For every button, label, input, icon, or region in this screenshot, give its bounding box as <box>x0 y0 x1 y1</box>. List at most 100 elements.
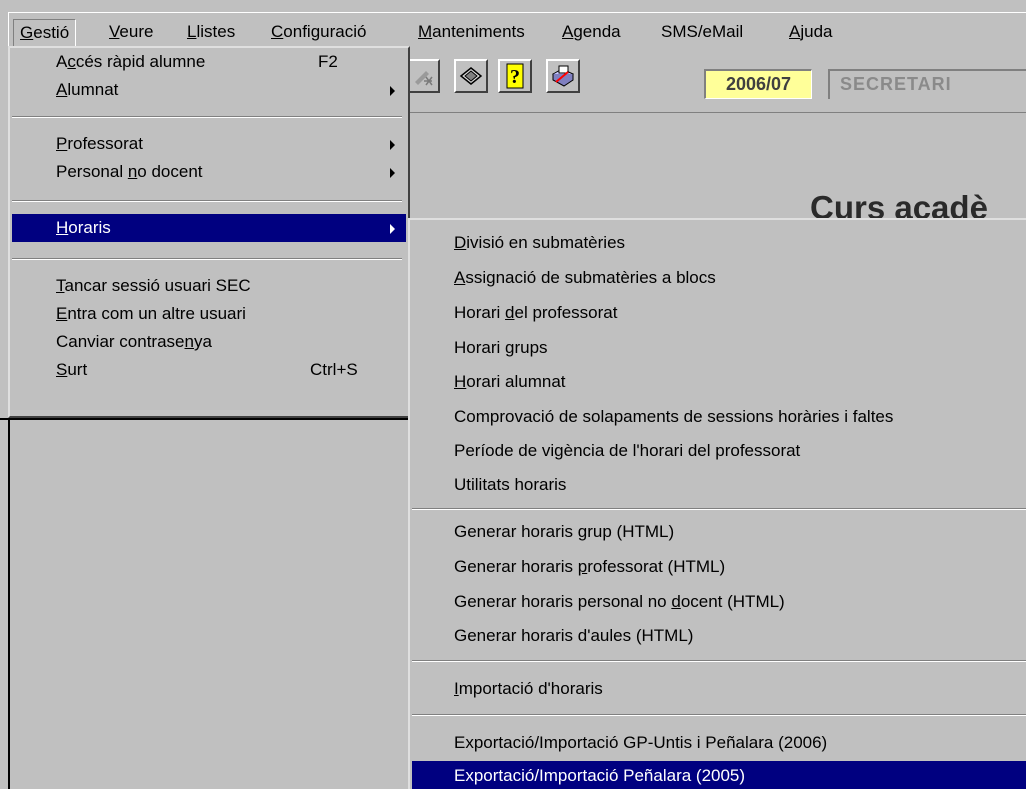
menu-item-exportacio-gp-untis-penalara[interactable]: Exportació/Importació GP-Untis i Peñalar… <box>412 729 1026 757</box>
menu-item-horaris[interactable]: Horaris <box>12 214 406 242</box>
menu-item-label: Horari alumnat <box>454 372 566 391</box>
toolbar-book-button[interactable] <box>454 59 488 93</box>
shortcut-label: Ctrl+S <box>310 360 358 379</box>
menu-item-alumnat[interactable]: Alumnat <box>12 76 406 104</box>
menu-item-importacio-horaris[interactable]: Importació d'horaris <box>412 675 1026 703</box>
toolbar-edit-button[interactable] <box>410 59 440 93</box>
toolbar-print-button[interactable] <box>546 59 580 93</box>
left-border <box>8 418 10 789</box>
book-icon <box>459 67 483 85</box>
menu-item-label: Entra com un altre usuari <box>56 304 246 323</box>
menu-item-comprovacio-solapaments[interactable]: Comprovació de solapaments de sessions h… <box>412 403 1026 431</box>
menu-veure-label: eure <box>119 22 154 41</box>
menu-item-label: Generar horaris grup (HTML) <box>454 522 675 541</box>
current-user-field: SECRETARI <box>828 69 1026 99</box>
menu-bar: Gestió Veure Llistes Configuració Manten… <box>8 12 1026 47</box>
gestio-dropdown-menu: Accés ràpid alumne F2 Alumnat Professora… <box>8 46 410 418</box>
menu-item-horari-professorat[interactable]: Horari del professorat <box>412 299 1026 327</box>
menu-llistes-label: listes <box>196 22 236 41</box>
menu-item-label: Importació d'horaris <box>454 679 603 698</box>
menu-separator <box>412 508 1026 510</box>
menu-item-personal-no-docent[interactable]: Personal no docent <box>12 158 406 186</box>
menu-separator <box>412 714 1026 716</box>
menu-item-entra-altre-usuari[interactable]: Entra com un altre usuari <box>12 300 406 328</box>
menu-item-utilitats-horaris[interactable]: Utilitats horaris <box>412 471 1026 499</box>
menu-separator <box>12 258 402 260</box>
toolbar: ? 2006/07 SECRETARI <box>410 46 1026 110</box>
menu-item-tancar-sessio[interactable]: Tancar sessió usuari SEC <box>12 272 406 300</box>
help-icon: ? <box>506 63 524 89</box>
toolbar-help-button[interactable]: ? <box>498 59 532 93</box>
menu-separator <box>412 660 1026 662</box>
menu-agenda-mnemonic: A <box>562 22 574 41</box>
menu-item-generar-horaris-aules[interactable]: Generar horaris d'aules (HTML) <box>412 622 1026 650</box>
menu-item-label: Període de vigència de l'horari del prof… <box>454 441 801 460</box>
menu-item-divisio-submateries[interactable]: Divisió en submatèries <box>412 229 1026 257</box>
menu-item-label: Tancar sessió usuari SEC <box>56 276 251 295</box>
menu-sms-email[interactable]: SMS/eMail <box>655 19 749 45</box>
menu-configuracio-label: onfiguració <box>283 22 367 41</box>
menu-item-label: Generar horaris personal no docent (HTML… <box>454 592 785 611</box>
menu-separator <box>12 200 402 202</box>
menu-veure[interactable]: Veure <box>103 19 159 45</box>
left-panel <box>0 418 410 789</box>
submenu-arrow-icon <box>390 224 395 234</box>
horaris-submenu: Divisió en submatèries Assignació de sub… <box>408 218 1026 789</box>
menu-item-assignacio-submateries[interactable]: Assignació de submatèries a blocs <box>412 264 1026 292</box>
submenu-arrow-icon <box>390 168 395 178</box>
menu-agenda[interactable]: Agenda <box>556 19 627 45</box>
menu-item-label: Exportació/Importació Peñalara (2005) <box>454 766 746 785</box>
menu-item-label: Alumnat <box>56 80 119 99</box>
menu-gestio[interactable]: Gestió <box>13 19 77 47</box>
menu-item-label: Horari grups <box>454 338 548 357</box>
menu-item-canviar-contrasenya[interactable]: Canviar contrasenya <box>12 328 406 356</box>
menu-item-periode-vigencia[interactable]: Període de vigència de l'horari del prof… <box>412 437 1026 465</box>
submenu-arrow-icon <box>390 140 395 150</box>
menu-item-label: Accés ràpid alumne <box>56 52 206 71</box>
menu-item-exportacio-penalara-2005[interactable]: Exportació/Importació Peñalara (2005) <box>412 761 1026 789</box>
menu-item-label: Canviar contrasenya <box>56 332 212 351</box>
menu-veure-mnemonic: V <box>109 22 120 41</box>
menu-item-label: Assignació de submatèries a blocs <box>454 268 716 287</box>
menu-item-label: Generar horaris d'aules (HTML) <box>454 626 694 645</box>
menu-item-horari-alumnat[interactable]: Horari alumnat <box>412 368 1026 396</box>
menu-item-label: Horaris <box>56 218 111 237</box>
application-window: Gestió Veure Llistes Configuració Manten… <box>0 0 1026 789</box>
menu-item-label: Utilitats horaris <box>454 475 567 494</box>
menu-item-label: Exportació/Importació GP-Untis i Peñalar… <box>454 733 828 752</box>
menu-ajuda[interactable]: Ajuda <box>783 19 838 45</box>
menu-item-label: Surt <box>56 360 88 379</box>
menu-item-professorat[interactable]: Professorat <box>12 130 406 158</box>
menu-item-label: Horari del professorat <box>454 303 618 322</box>
menu-agenda-label: genda <box>573 22 621 41</box>
school-year-field: 2006/07 <box>704 69 812 99</box>
submenu-arrow-icon <box>390 86 395 96</box>
menu-item-generar-horaris-professorat[interactable]: Generar horaris professorat (HTML) <box>412 553 1026 581</box>
menu-gestio-label: estió <box>33 23 70 42</box>
menu-ajuda-mnemonic: A <box>789 22 801 41</box>
menu-item-surt[interactable]: Surt Ctrl+S <box>12 356 406 384</box>
menu-llistes[interactable]: Llistes <box>181 19 241 45</box>
shortcut-label: F2 <box>318 52 338 71</box>
menu-item-label: Divisió en submatèries <box>454 233 626 252</box>
menu-separator <box>12 116 402 118</box>
edit-icon <box>415 71 433 86</box>
svg-text:?: ? <box>510 66 520 88</box>
menu-manteniments-label: anteniments <box>432 22 525 41</box>
menu-manteniments[interactable]: Manteniments <box>412 19 531 45</box>
printer-icon <box>551 65 575 87</box>
menu-sms-email-label: SMS/eMail <box>661 22 744 41</box>
menu-configuracio[interactable]: Configuració <box>265 19 372 45</box>
menu-item-label: Personal no docent <box>56 162 203 181</box>
menu-manteniments-mnemonic: M <box>418 22 433 41</box>
menu-ajuda-label: juda <box>800 22 833 41</box>
menu-item-acces-rapid-alumne[interactable]: Accés ràpid alumne F2 <box>12 48 406 76</box>
menu-configuracio-mnemonic: C <box>271 22 284 41</box>
menu-item-label: Generar horaris professorat (HTML) <box>454 557 726 576</box>
menu-item-label: Professorat <box>56 134 143 153</box>
menu-item-horari-grups[interactable]: Horari grups <box>412 334 1026 362</box>
menu-gestio-mnemonic: G <box>20 23 34 42</box>
menu-item-generar-horaris-personal-no-docent[interactable]: Generar horaris personal no docent (HTML… <box>412 588 1026 616</box>
menu-item-label: Comprovació de solapaments de sessions h… <box>454 407 894 426</box>
menu-item-generar-horaris-grup[interactable]: Generar horaris grup (HTML) <box>412 518 1026 546</box>
